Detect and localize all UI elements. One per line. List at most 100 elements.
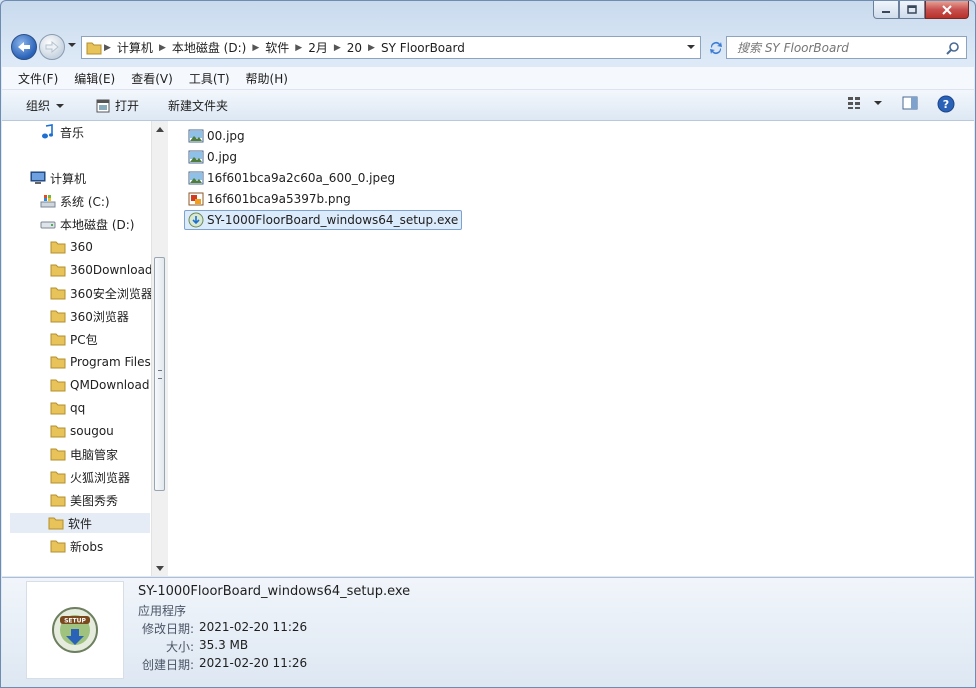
address-row: ▶ 计算机 ▶ 本地磁盘 (D:) ▶ 软件 ▶ 2月 ▶ 20 ▶ SY Fl…: [9, 33, 967, 61]
size-value: 35.3 MB: [199, 638, 249, 652]
menu-tools[interactable]: 工具(T): [181, 70, 238, 87]
new-folder-button[interactable]: 新建文件夹: [168, 97, 228, 114]
nav-label: 本地磁盘 (D:): [60, 217, 135, 232]
nav-item-music[interactable]: 音乐: [40, 122, 84, 142]
details-file-type: 应用程序: [138, 604, 187, 618]
breadcrumb-separator[interactable]: ▶: [250, 43, 261, 53]
back-button[interactable]: [11, 34, 37, 60]
file-item[interactable]: 16f601bca9a5397b.png: [185, 189, 354, 209]
forward-button[interactable]: [39, 34, 65, 60]
forward-arrow-icon: [45, 41, 59, 53]
nav-item-computer[interactable]: 计算机: [30, 168, 86, 188]
scroll-down-button[interactable]: [152, 560, 168, 576]
nav-item-folder[interactable]: PC包: [50, 329, 98, 349]
folder-icon: [50, 239, 66, 255]
breadcrumb-separator[interactable]: ▶: [332, 43, 343, 53]
nav-item-folder[interactable]: 360安全浏览器: [50, 283, 152, 303]
preview-pane-icon: [902, 96, 918, 110]
folder-icon: [50, 377, 66, 393]
scroll-up-icon: [156, 126, 164, 132]
preview-pane-button[interactable]: [902, 96, 918, 110]
recent-pages-dropdown-icon[interactable]: [67, 42, 77, 48]
created-label: 创建日期:: [141, 658, 194, 672]
nav-item-folder[interactable]: 360Download: [50, 260, 152, 280]
nav-label: 电脑管家: [70, 447, 119, 462]
nav-label: 软件: [68, 516, 93, 531]
nav-label: 美图秀秀: [70, 493, 119, 508]
nav-item-folder[interactable]: 新obs: [50, 536, 103, 556]
menu-file[interactable]: 文件(F): [10, 70, 66, 87]
nav-item-folder[interactable]: 火狐浏览器: [50, 467, 130, 487]
menu-view[interactable]: 查看(V): [123, 70, 181, 87]
folder-icon: [50, 423, 66, 439]
file-name: 16f601bca9a5397b.png: [207, 192, 351, 206]
file-item[interactable]: 0.jpg: [185, 147, 240, 167]
nav-item-folder[interactable]: Program Files: [50, 352, 151, 372]
breadcrumb-software[interactable]: 软件: [261, 39, 293, 56]
modified-label: 修改日期:: [141, 622, 194, 636]
organize-button[interactable]: 组织: [26, 97, 65, 114]
help-icon: ?: [937, 95, 955, 113]
file-item-selected[interactable]: SY-1000FloorBoard_windows64_setup.exe: [184, 210, 463, 230]
breadcrumb-sy-floorboard[interactable]: SY FloorBoard: [377, 41, 469, 55]
nav-label: PC包: [70, 332, 98, 347]
nav-label: QMDownload: [70, 378, 150, 392]
nav-item-folder[interactable]: 360: [50, 237, 93, 257]
help-button[interactable]: ?: [937, 95, 955, 113]
details-size-row: 大小: 35.3 MB: [84, 638, 248, 655]
nav-item-folder-selected[interactable]: 软件: [10, 513, 150, 533]
caption-buttons: [873, 1, 969, 19]
breadcrumb-february[interactable]: 2月: [304, 39, 332, 56]
menu-help[interactable]: 帮助(H): [238, 70, 296, 87]
scroll-up-button[interactable]: [152, 121, 168, 137]
search-input[interactable]: [735, 37, 939, 59]
nav-item-drive-d[interactable]: 本地磁盘 (D:): [40, 214, 134, 234]
file-item[interactable]: 16f601bca9a2c60a_600_0.jpeg: [185, 168, 398, 188]
folder-icon: [50, 538, 66, 554]
breadcrumb-separator[interactable]: ▶: [293, 43, 304, 53]
menu-edit[interactable]: 编辑(E): [66, 70, 123, 87]
address-dropdown-icon[interactable]: [686, 44, 696, 50]
nav-item-folder[interactable]: 360浏览器: [50, 306, 129, 326]
address-bar[interactable]: ▶ 计算机 ▶ 本地磁盘 (D:) ▶ 软件 ▶ 2月 ▶ 20 ▶ SY Fl…: [81, 36, 701, 59]
nav-item-folder[interactable]: sougou: [50, 421, 114, 441]
nav-label: 360Download: [70, 263, 152, 277]
breadcrumb-separator: ▶: [104, 42, 111, 53]
close-icon: [942, 4, 952, 15]
scroll-grip-icon: [158, 370, 162, 379]
nav-item-folder[interactable]: qq: [50, 398, 85, 418]
breadcrumb-drive-d[interactable]: 本地磁盘 (D:): [168, 39, 250, 56]
breadcrumb-computer[interactable]: 计算机: [113, 39, 157, 56]
folder-icon: [50, 331, 66, 347]
drive-icon: [40, 216, 56, 232]
open-button[interactable]: 打开: [96, 97, 139, 114]
breadcrumb-20[interactable]: 20: [343, 41, 366, 55]
file-name: 0.jpg: [207, 150, 238, 164]
nav-item-folder[interactable]: QMDownload: [50, 375, 149, 395]
search-icon[interactable]: [946, 41, 960, 55]
close-button[interactable]: [925, 1, 969, 19]
folder-icon: [50, 308, 66, 324]
nav-item-drive-c[interactable]: 系统 (C:): [40, 191, 110, 211]
maximize-button[interactable]: [899, 1, 925, 19]
nav-label: 360: [70, 240, 93, 254]
file-item[interactable]: 00.jpg: [185, 126, 248, 146]
scroll-thumb[interactable]: [154, 257, 165, 491]
scroll-down-icon: [156, 565, 164, 571]
folder-icon: [50, 400, 66, 416]
minimize-button[interactable]: [873, 1, 899, 19]
breadcrumb-separator[interactable]: ▶: [157, 43, 168, 53]
nav-item-folder[interactable]: 电脑管家: [50, 444, 118, 464]
png-file-icon: [188, 191, 204, 207]
change-view-button[interactable]: [847, 96, 883, 110]
nav-item-folder[interactable]: 美图秀秀: [50, 490, 118, 510]
nav-label: 计算机: [50, 171, 87, 186]
folder-icon: [50, 446, 66, 462]
new-folder-label: 新建文件夹: [168, 99, 229, 113]
nav-scrollbar[interactable]: [151, 121, 168, 576]
nav-label: Program Files: [70, 355, 151, 369]
search-box[interactable]: [726, 36, 967, 59]
breadcrumb-separator[interactable]: ▶: [366, 43, 377, 53]
folder-icon: [50, 354, 66, 370]
refresh-button[interactable]: [705, 36, 727, 59]
